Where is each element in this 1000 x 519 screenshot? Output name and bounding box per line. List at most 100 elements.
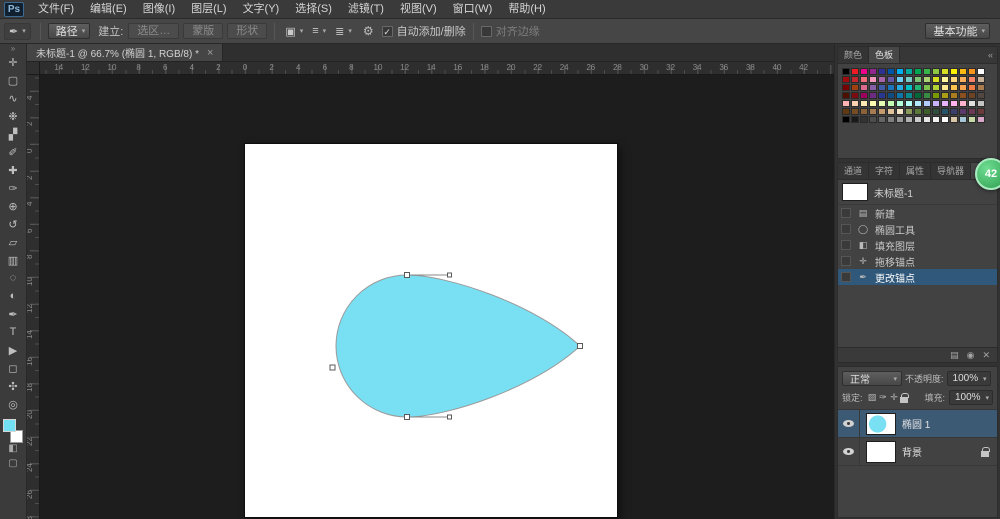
color-swatch[interactable] [896, 116, 904, 123]
tool-mode-select[interactable]: 路径 ▾ [48, 23, 91, 39]
quick-mask-button[interactable]: ◧ [8, 443, 17, 458]
anchor-point-tip[interactable] [578, 344, 583, 349]
handle-end-top[interactable] [448, 273, 452, 277]
color-swatch[interactable] [959, 92, 967, 99]
color-swatch[interactable] [959, 84, 967, 91]
color-swatch[interactable] [860, 100, 868, 107]
color-swatch[interactable] [860, 92, 868, 99]
history-state[interactable]: ✒更改锚点 [838, 269, 997, 285]
color-swatch[interactable] [932, 100, 940, 107]
move-tool[interactable]: ✛ [2, 53, 24, 71]
color-swatch[interactable] [842, 84, 850, 91]
teardrop-shape[interactable] [336, 275, 580, 417]
eyedropper-tool[interactable]: ✐ [2, 143, 24, 161]
history-source-well[interactable] [841, 208, 851, 218]
color-swatch[interactable] [977, 108, 985, 115]
color-swatch[interactable] [932, 84, 940, 91]
delete-state-icon[interactable]: ✕ [982, 350, 990, 361]
menu-item[interactable]: 窗口(W) [445, 0, 501, 19]
color-swatch[interactable] [914, 116, 922, 123]
menu-item[interactable]: 滤镜(T) [340, 0, 392, 19]
color-swatch[interactable] [842, 92, 850, 99]
color-swatch[interactable] [923, 76, 931, 83]
color-swatch[interactable] [977, 76, 985, 83]
color-swatch[interactable] [941, 68, 949, 75]
blend-mode-select[interactable]: 正常 ▾ [842, 371, 902, 386]
brush-tool[interactable]: ✑ [2, 179, 24, 197]
color-swatch[interactable] [914, 100, 922, 107]
color-swatch[interactable] [914, 68, 922, 75]
eraser-tool[interactable]: ▱ [2, 233, 24, 251]
color-swatch[interactable] [968, 84, 976, 91]
color-swatch[interactable] [977, 116, 985, 123]
color-swatch[interactable] [869, 68, 877, 75]
color-swatch[interactable] [887, 68, 895, 75]
color-swatch[interactable] [959, 76, 967, 83]
history-source-well[interactable] [841, 224, 851, 234]
color-swatch[interactable] [887, 84, 895, 91]
history-brush-tool[interactable]: ↺ [2, 215, 24, 233]
color-swatch[interactable] [860, 76, 868, 83]
color-swatch[interactable] [896, 68, 904, 75]
color-swatch[interactable] [950, 76, 958, 83]
color-swatch[interactable] [923, 84, 931, 91]
pen-tool[interactable]: ✒ [2, 305, 24, 323]
menu-item[interactable]: 文字(Y) [235, 0, 288, 19]
color-swatch[interactable] [977, 68, 985, 75]
color-swatch[interactable] [941, 76, 949, 83]
color-swatch[interactable] [851, 92, 859, 99]
color-swatch[interactable] [905, 92, 913, 99]
make-button[interactable]: 蒙版 [183, 23, 223, 39]
color-swatch[interactable] [887, 92, 895, 99]
artboard[interactable] [245, 144, 617, 517]
color-swatch[interactable] [878, 76, 886, 83]
color-swatch[interactable] [977, 100, 985, 107]
color-swatch[interactable] [878, 84, 886, 91]
tab-color[interactable]: 颜色 [838, 47, 869, 63]
color-swatch[interactable] [959, 116, 967, 123]
color-swatch[interactable] [869, 100, 877, 107]
color-swatch[interactable] [896, 100, 904, 107]
color-swatch[interactable] [968, 92, 976, 99]
history-state[interactable]: ▤新建 [838, 205, 997, 221]
new-snapshot-icon[interactable]: ◉ [967, 350, 975, 361]
color-swatch[interactable] [878, 92, 886, 99]
lock-transparent-pixels-icon[interactable]: ▨ [867, 392, 878, 403]
color-swatch[interactable] [941, 84, 949, 91]
layer-row[interactable]: 椭圆 1 [838, 410, 997, 438]
history-state[interactable]: ◯椭圆工具 [838, 221, 997, 237]
visibility-toggle[interactable] [838, 410, 860, 437]
color-swatch[interactable] [950, 84, 958, 91]
color-swatch[interactable] [896, 84, 904, 91]
history-source-well[interactable] [841, 240, 851, 250]
dodge-tool[interactable]: ◐ [2, 287, 24, 305]
gradient-tool[interactable]: ▥ [2, 251, 24, 269]
color-swatch[interactable] [950, 68, 958, 75]
color-swatch[interactable] [950, 92, 958, 99]
color-swatch[interactable] [905, 68, 913, 75]
color-swatch[interactable] [905, 84, 913, 91]
color-swatch[interactable] [977, 84, 985, 91]
color-swatch[interactable] [851, 100, 859, 107]
color-swatch[interactable] [932, 68, 940, 75]
color-swatch[interactable] [968, 76, 976, 83]
color-swatch[interactable] [842, 68, 850, 75]
color-swatch[interactable] [878, 116, 886, 123]
color-swatch[interactable] [923, 116, 931, 123]
tab-properties[interactable]: 属性 [900, 163, 931, 179]
color-swatch[interactable] [905, 100, 913, 107]
color-swatch[interactable] [860, 68, 868, 75]
path-operations-button[interactable]: ▣▾ [282, 24, 306, 39]
color-swatch[interactable] [950, 100, 958, 107]
collapse-dock-icon[interactable]: « [984, 47, 997, 63]
path-arrangement-button[interactable]: ≣▾ [332, 24, 355, 39]
canvas-area[interactable]: 1614121086420246810121416182022242628303… [27, 62, 834, 519]
history-source-well[interactable] [841, 272, 851, 282]
marquee-tool[interactable]: ▢ [2, 71, 24, 89]
color-swatch[interactable] [887, 116, 895, 123]
color-swatch[interactable] [914, 108, 922, 115]
tab-character[interactable]: 字符 [869, 163, 900, 179]
type-tool[interactable]: T [2, 323, 24, 341]
color-swatch[interactable] [896, 108, 904, 115]
visibility-toggle[interactable] [838, 438, 860, 465]
